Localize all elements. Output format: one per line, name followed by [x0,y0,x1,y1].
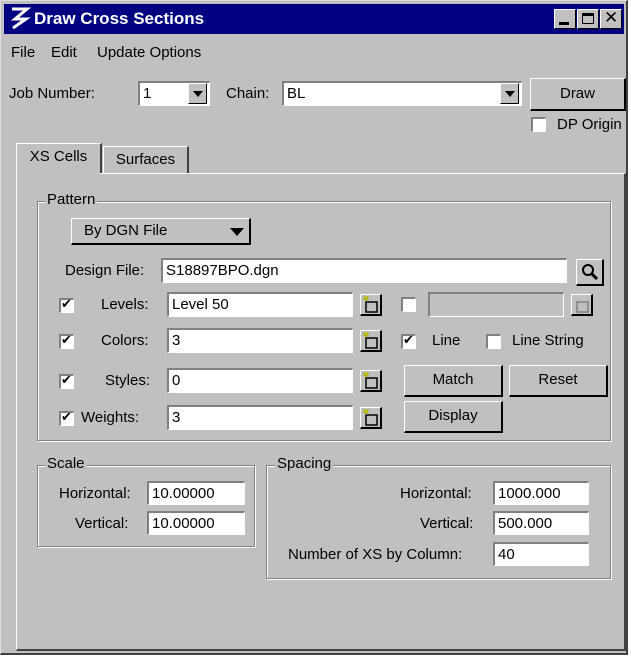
scale-group-label: Scale [45,455,87,472]
scale-vertical-input[interactable]: 10.00000 [147,511,245,535]
maximize-button[interactable] [577,9,599,29]
spacing-horizontal-input[interactable]: 1000.000 [493,481,589,505]
xs-per-column-value: 40 [498,546,515,563]
reset-button[interactable]: Reset [509,365,608,397]
tab-xs-cells-label: XS Cells [29,148,88,165]
chain-value: BL [287,85,306,102]
spacing-horizontal-value: 1000.000 [498,485,561,502]
weights-value: 3 [172,409,181,426]
line-checkbox[interactable] [401,332,416,349]
styles-checkbox[interactable] [59,372,74,389]
colors-input[interactable]: 3 [167,328,353,353]
scale-horizontal-value: 10.00000 [152,485,215,502]
weights-label: Weights: [81,409,140,426]
spacing-vertical-label: Vertical: [420,515,474,532]
minimize-button[interactable] [554,9,576,29]
reset-button-label: Reset [538,371,578,388]
menu-edit[interactable]: Edit [51,44,77,61]
levels-label: Levels: [101,296,149,313]
spacing-vertical-value: 500.000 [498,515,553,532]
scale-horizontal-label: Horizontal: [59,485,131,502]
pattern-mode-dropdown[interactable]: By DGN File [71,218,251,245]
maximize-icon [582,13,594,24]
close-button[interactable]: ✕ [600,8,622,29]
job-number-chevron-down-icon[interactable] [188,83,207,104]
close-icon: ✕ [604,8,619,27]
levels-checkbox[interactable] [59,296,74,313]
title-bar[interactable]: Draw Cross Sections ✕ [4,4,624,34]
browse-design-file-button[interactable] [576,259,604,286]
magnifier-icon [582,264,599,281]
extra-level-pick-button [571,294,593,316]
dp-origin-checkbox[interactable] [531,117,546,132]
colors-pick-button[interactable] [360,330,382,352]
chain-select[interactable]: BL [282,81,522,106]
levels-value: Level 50 [172,296,229,313]
element-pick-icon [363,409,378,426]
spacing-vertical-input[interactable]: 500.000 [493,511,589,535]
levels-pick-button[interactable] [360,294,382,316]
chain-chevron-down-icon[interactable] [500,83,519,104]
styles-value: 0 [172,372,181,389]
xs-per-column-input[interactable]: 40 [493,542,589,566]
extra-level-checkbox[interactable] [401,297,416,312]
design-file-value: S18897BPO.dgn [166,262,279,279]
line-string-checkbox[interactable] [486,334,501,349]
minimize-icon [559,22,569,25]
element-pick-icon [363,296,378,313]
active-tab-joiner [17,173,100,175]
tab-surfaces-label: Surfaces [115,151,176,168]
styles-label: Styles: [105,372,151,389]
chevron-down-icon [230,228,244,236]
chain-label: Chain: [226,85,270,102]
design-file-input[interactable]: S18897BPO.dgn [161,258,567,283]
xs-per-column-label: Number of XS by Column: [288,546,463,563]
menu-file[interactable]: File [11,44,35,61]
pattern-mode-value: By DGN File [84,222,168,239]
job-number-value: 1 [143,85,152,102]
scale-horizontal-input[interactable]: 10.00000 [147,481,245,505]
window-frame: Draw Cross Sections ✕ File Edit Update O… [0,0,628,655]
weights-pick-button[interactable] [360,407,382,429]
draw-button-label: Draw [559,85,595,102]
match-button[interactable]: Match [404,365,503,397]
element-pick-icon [363,332,378,349]
tab-xs-cells[interactable]: XS Cells [16,143,102,174]
design-file-label: Design File: [65,262,145,279]
colors-checkbox[interactable] [59,332,74,349]
weights-input[interactable]: 3 [167,405,353,430]
spacing-horizontal-label: Horizontal: [400,485,472,502]
styles-input[interactable]: 0 [167,368,353,393]
scale-vertical-value: 10.00000 [152,515,215,532]
line-label: Line [432,332,461,349]
tab-surfaces[interactable]: Surfaces [103,146,189,173]
job-number-label: Job Number: [9,85,95,102]
app-logo-icon [10,7,31,30]
window-title: Draw Cross Sections [34,9,205,28]
draw-button[interactable]: Draw [530,78,626,111]
extra-level-input [428,292,564,317]
pattern-group-label: Pattern [45,191,98,208]
colors-value: 3 [172,332,181,349]
scale-vertical-label: Vertical: [75,515,129,532]
display-button[interactable]: Display [404,401,503,433]
weights-checkbox[interactable] [59,409,74,426]
display-button-label: Display [428,407,478,424]
colors-label: Colors: [101,332,149,349]
spacing-group-label: Spacing [275,455,334,472]
styles-pick-button[interactable] [360,370,382,392]
match-button-label: Match [432,371,474,388]
levels-input[interactable]: Level 50 [167,292,353,317]
line-string-label: Line String [512,332,584,349]
menu-update-options[interactable]: Update Options [97,44,201,61]
element-pick-icon [576,301,589,313]
element-pick-icon [363,372,378,389]
dp-origin-label: DP Origin [557,116,622,133]
